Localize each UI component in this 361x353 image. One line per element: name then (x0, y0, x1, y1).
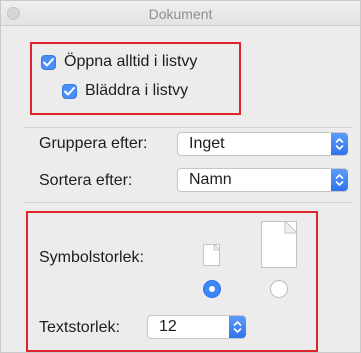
sort-by-label: Sortera efter: (39, 172, 133, 189)
document-large-icon (261, 221, 297, 268)
group-by-popup[interactable]: Inget (177, 132, 348, 156)
view-options-window: Dokument Öppna alltid i listvy Bläddra i… (0, 0, 361, 353)
document-small-icon (203, 244, 220, 266)
always-open-list-label: Öppna alltid i listvy (64, 53, 198, 70)
group-by-value: Inget (189, 135, 225, 152)
checkbox-check-icon (41, 54, 56, 70)
divider (23, 202, 353, 203)
always-open-list-checkbox[interactable]: Öppna alltid i listvy (41, 53, 197, 71)
stepper-chevron-icon (331, 133, 348, 155)
icon-size-small-radio[interactable] (203, 280, 221, 298)
group-by-label: Gruppera efter: (39, 135, 148, 152)
text-size-label: Textstorlek: (39, 319, 120, 336)
text-size-value: 12 (159, 318, 177, 335)
stepper-chevron-icon (331, 169, 348, 191)
browse-list-checkbox[interactable]: Bläddra i listvy (62, 82, 188, 100)
window-title: Dokument (148, 6, 213, 22)
sort-by-popup[interactable]: Namn (177, 168, 348, 192)
icon-size-label: Symbolstorlek: (39, 249, 144, 266)
stepper-chevron-icon (229, 316, 246, 338)
icon-size-large-radio[interactable] (270, 280, 288, 298)
divider (23, 127, 353, 128)
text-size-popup[interactable]: 12 (147, 315, 246, 339)
titlebar: Dokument (1, 1, 360, 26)
sort-by-value: Namn (189, 171, 232, 188)
browse-list-label: Bläddra i listvy (85, 82, 189, 99)
checkbox-check-icon (62, 83, 77, 99)
